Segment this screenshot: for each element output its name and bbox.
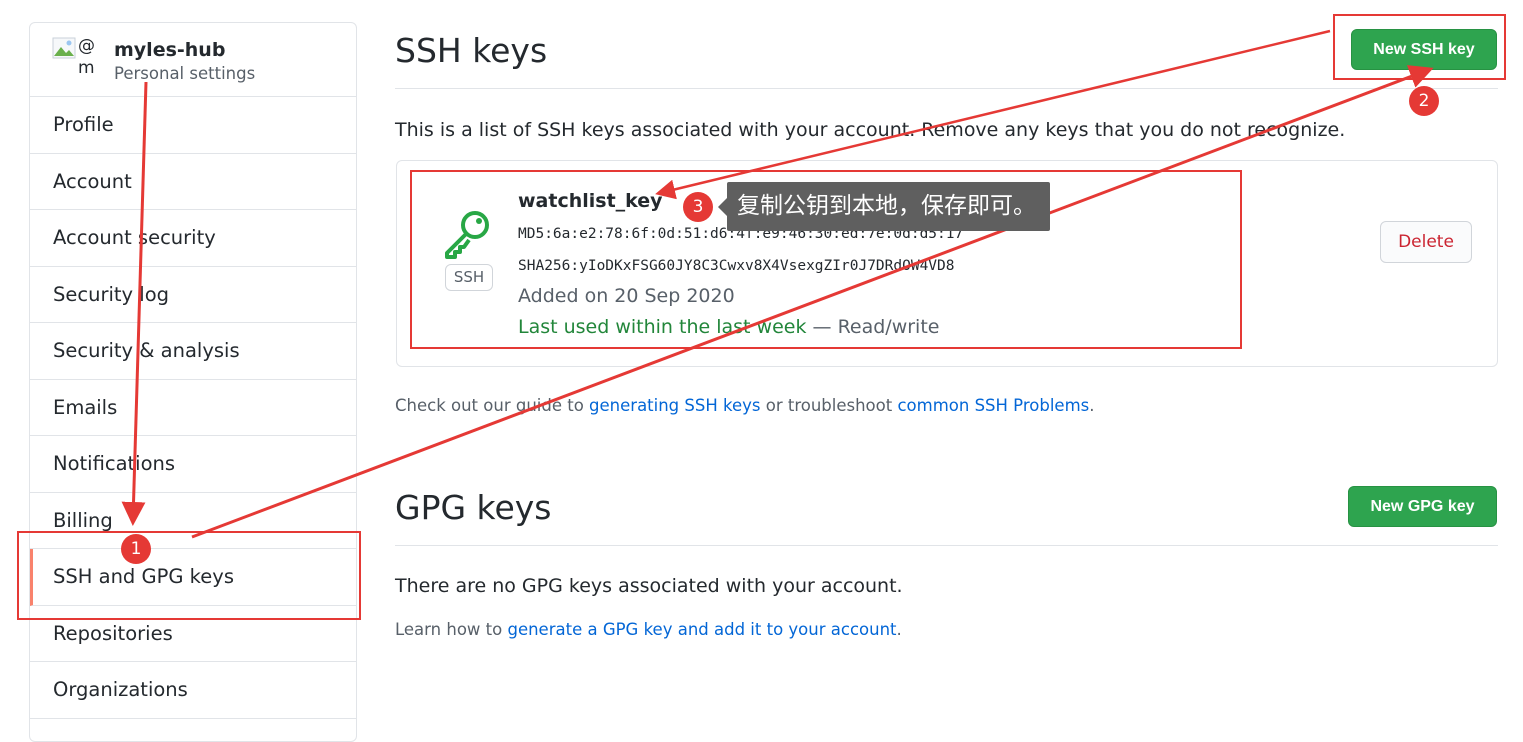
gpg-divider (395, 545, 1498, 546)
annotation-tooltip: 复制公钥到本地，保存即可。 (718, 182, 1050, 231)
sidebar-item-notifications[interactable]: Notifications (30, 436, 356, 493)
generating-ssh-keys-link[interactable]: generating SSH keys (589, 396, 760, 415)
common-ssh-problems-link[interactable]: common SSH Problems (897, 396, 1089, 415)
sidebar-item-profile[interactable]: Profile (30, 97, 356, 154)
annotation-badge-1: 1 (121, 534, 151, 564)
new-gpg-key-button[interactable]: New GPG key (1348, 486, 1497, 527)
ssh-description: This is a list of SSH keys associated wi… (395, 119, 1346, 141)
annotation-badge-2: 2 (1409, 86, 1439, 116)
sidebar-item-security-analysis[interactable]: Security & analysis (30, 323, 356, 380)
ssh-keys-heading: SSH keys (395, 31, 548, 70)
gpg-empty-message: There are no GPG keys associated with yo… (395, 575, 903, 597)
sidebar-header: @ m myles-hub Personal settings (30, 23, 356, 97)
ssh-guide-suffix: . (1089, 396, 1095, 415)
username[interactable]: myles-hub (114, 39, 225, 61)
gpg-learn-prefix: Learn how to (395, 620, 508, 639)
gpg-learn-suffix: . (896, 620, 902, 639)
broken-image-icon (52, 37, 76, 59)
ssh-guide-text: Check out our guide to generating SSH ke… (395, 396, 1094, 415)
gpg-keys-heading: GPG keys (395, 488, 552, 527)
delete-ssh-key-button[interactable]: Delete (1380, 221, 1472, 263)
settings-sidebar: @ m myles-hub Personal settings Profile … (29, 22, 357, 742)
generate-gpg-key-link[interactable]: generate a GPG key and add it to your ac… (507, 620, 896, 639)
avatar-alt-text-2: m (78, 58, 95, 78)
annotation-badge-3: 3 (683, 192, 713, 222)
ssh-divider (395, 88, 1498, 89)
annotation-box-ssh-gpg-item (17, 531, 361, 620)
sidebar-item-security-log[interactable]: Security log (30, 267, 356, 323)
sidebar-item-account[interactable]: Account (30, 154, 356, 210)
avatar[interactable]: @ m (52, 37, 98, 81)
annotation-box-new-ssh-key (1333, 14, 1506, 80)
sidebar-item-emails[interactable]: Emails (30, 380, 356, 436)
gpg-learn-text: Learn how to generate a GPG key and add … (395, 620, 902, 639)
sidebar-item-organizations[interactable]: Organizations (30, 662, 356, 719)
avatar-alt-text: @ (78, 36, 95, 56)
sidebar-item-account-security[interactable]: Account security (30, 210, 356, 267)
ssh-guide-mid: or troubleshoot (760, 396, 898, 415)
personal-settings-label: Personal settings (114, 64, 256, 83)
ssh-guide-prefix: Check out our guide to (395, 396, 590, 415)
